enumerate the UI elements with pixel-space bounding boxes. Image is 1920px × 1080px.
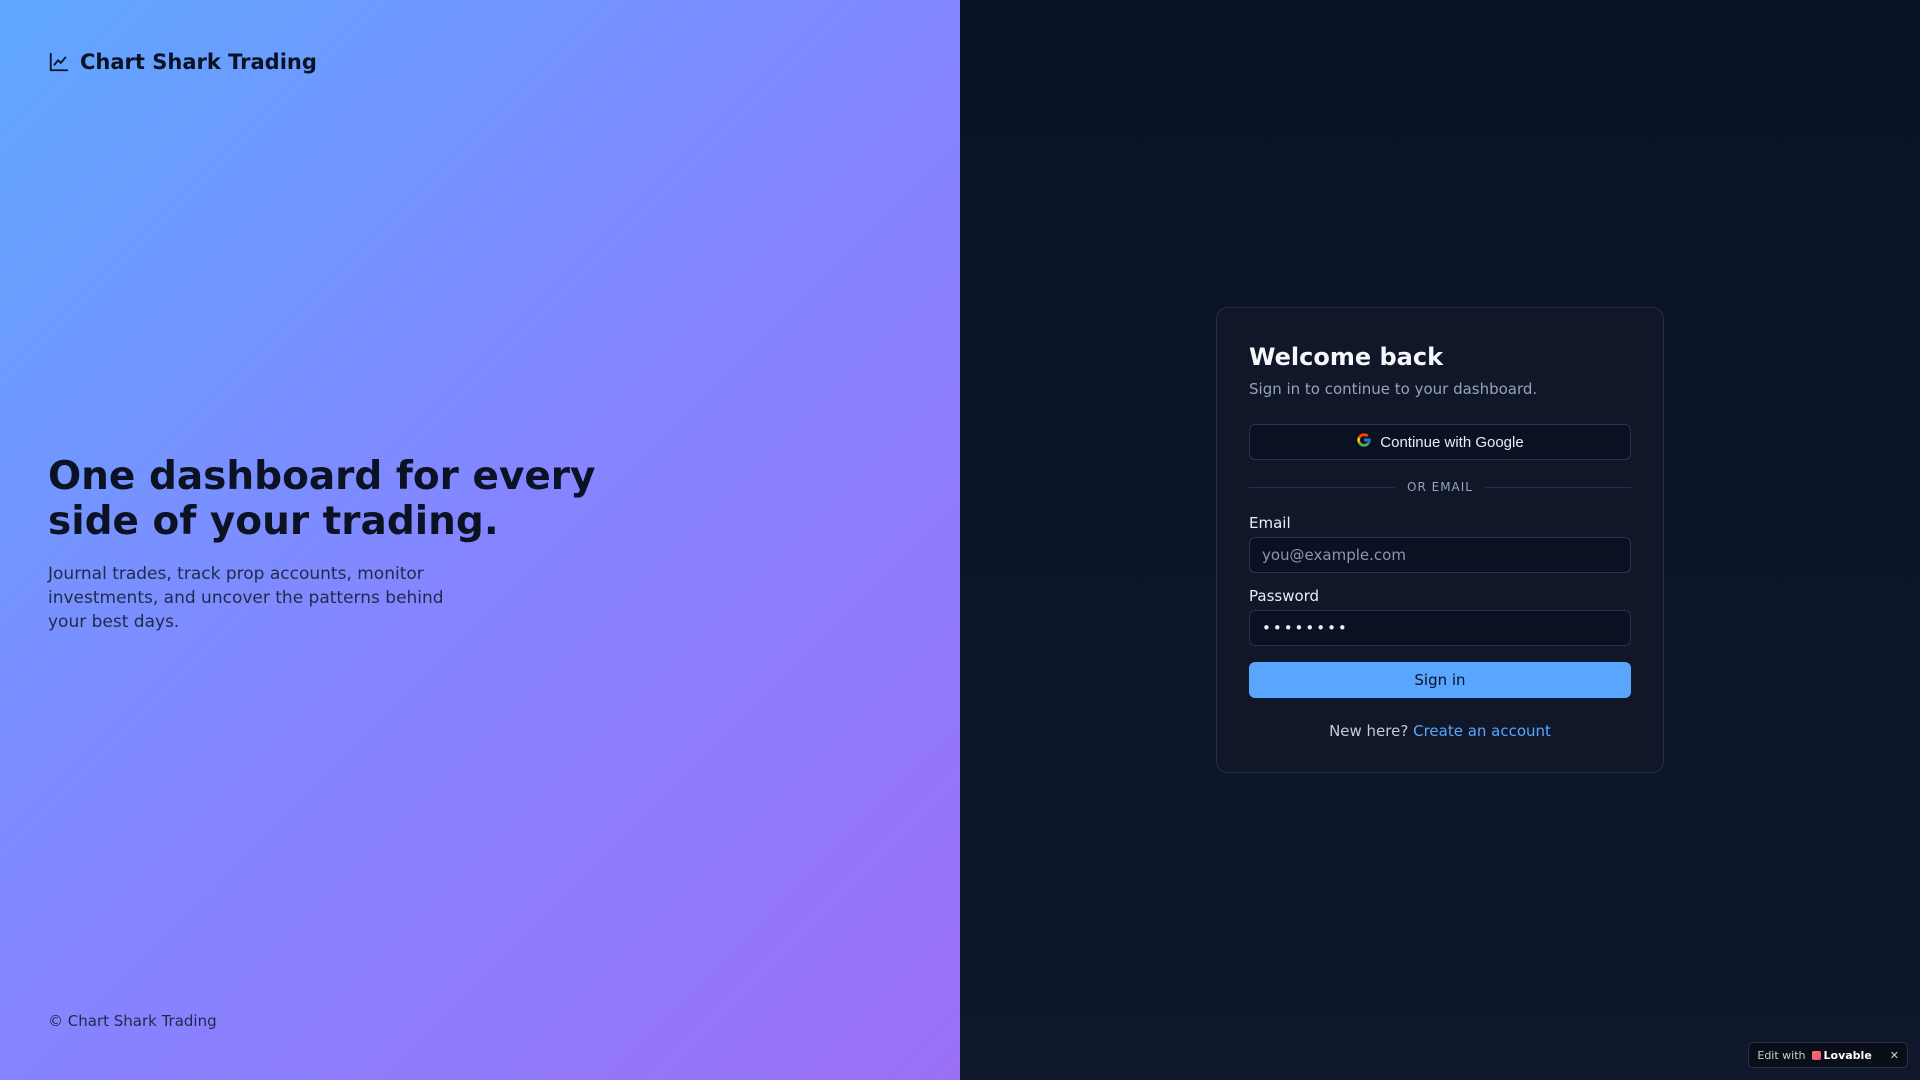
or-email-divider: OR EMAIL <box>1249 480 1631 494</box>
password-label: Password <box>1249 587 1320 605</box>
edit-with-lovable-badge[interactable]: Edit with Lovable ✕ <box>1748 1042 1908 1068</box>
google-signin-button[interactable]: Continue with Google <box>1249 424 1631 460</box>
login-subtitle: Sign in to continue to your dashboard. <box>1249 380 1538 398</box>
badge-prefix: Edit with <box>1757 1048 1806 1062</box>
divider-label: OR EMAIL <box>1407 480 1473 494</box>
lovable-logo: Lovable <box>1811 1048 1872 1062</box>
divider-line <box>1484 486 1631 488</box>
email-field[interactable] <box>1249 537 1631 573</box>
new-here-text: New here? <box>1329 722 1409 740</box>
create-account-link[interactable]: Create an account <box>1413 722 1551 740</box>
login-title: Welcome back <box>1249 343 1444 371</box>
google-icon <box>1356 432 1372 452</box>
hero-title: One dashboard for every side of your tra… <box>48 454 596 544</box>
lovable-brand: Lovable <box>1823 1048 1872 1062</box>
hero-subtitle: Journal trades, track prop accounts, mon… <box>48 564 444 632</box>
line-chart-icon <box>48 51 70 73</box>
auth-panel: Welcome back Sign in to continue to your… <box>960 0 1920 1080</box>
brand-name: Chart Shark Trading <box>80 50 317 74</box>
email-label: Email <box>1249 514 1291 532</box>
login-card: Welcome back Sign in to continue to your… <box>1216 307 1664 773</box>
brand-logo[interactable]: Chart Shark Trading <box>48 50 317 74</box>
close-icon[interactable]: ✕ <box>1890 1049 1899 1062</box>
sign-in-button[interactable]: Sign in <box>1249 662 1631 698</box>
divider-line <box>1249 486 1396 488</box>
signup-prompt: New here? Create an account <box>1249 722 1631 740</box>
google-button-label: Continue with Google <box>1380 433 1524 451</box>
brand-panel: Chart Shark Trading One dashboard for ev… <box>0 0 960 1080</box>
copyright: © Chart Shark Trading <box>48 1012 217 1030</box>
hero: One dashboard for every side of your tra… <box>48 454 648 634</box>
password-field[interactable] <box>1249 610 1631 646</box>
lovable-heart-icon <box>1811 1050 1821 1060</box>
